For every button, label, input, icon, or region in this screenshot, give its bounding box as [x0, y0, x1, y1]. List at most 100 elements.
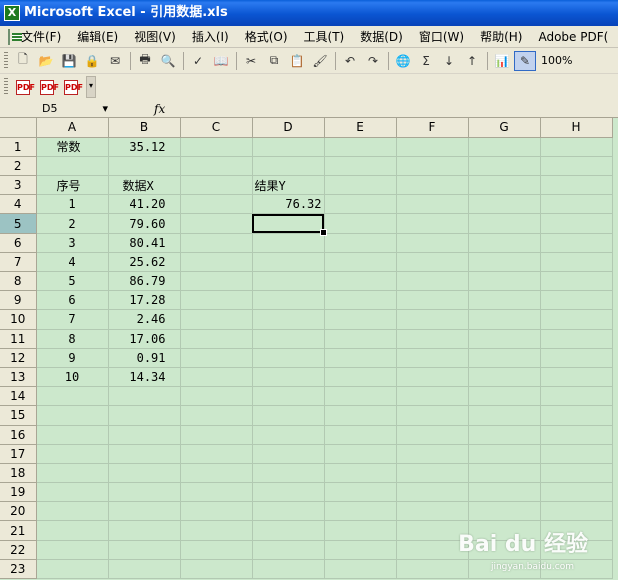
cell-d12[interactable] — [252, 348, 325, 368]
cell-d11[interactable] — [252, 329, 325, 349]
save-icon[interactable]: 💾 — [58, 51, 80, 71]
cell-c15[interactable] — [180, 405, 253, 426]
name-box[interactable]: D5 ▾ — [2, 100, 114, 117]
cell-c12[interactable] — [180, 348, 253, 368]
column-header-h[interactable]: H — [540, 118, 613, 138]
cell-d6[interactable] — [252, 233, 325, 253]
menu-tools[interactable]: 工具(T) — [303, 26, 346, 47]
cell-g5[interactable] — [468, 213, 541, 234]
cell-h20[interactable] — [540, 501, 613, 522]
cell-c13[interactable] — [180, 367, 253, 388]
menu-window[interactable]: 窗口(W) — [418, 26, 465, 47]
cell-g10[interactable] — [468, 309, 541, 330]
row-header-22[interactable]: 22 — [0, 540, 37, 560]
menu-adobe-pdf[interactable]: Adobe PDF( — [537, 28, 609, 46]
cell-e12[interactable] — [324, 348, 397, 368]
print-preview-icon[interactable]: 🔍 — [157, 51, 179, 71]
permission-icon[interactable]: 🔒 — [81, 51, 103, 71]
cell-a9[interactable]: 6 — [36, 290, 109, 311]
cell-g19[interactable] — [468, 482, 541, 503]
cell-a18[interactable] — [36, 463, 109, 484]
cell-a10[interactable]: 7 — [36, 309, 109, 330]
cell-g7[interactable] — [468, 252, 541, 273]
column-header-b[interactable]: B — [108, 118, 181, 138]
cell-h13[interactable] — [540, 367, 613, 388]
cell-a6[interactable]: 3 — [36, 233, 109, 253]
cell-b12[interactable]: 0.91 — [108, 348, 181, 368]
workbook-icon[interactable] — [8, 28, 22, 45]
drawing-icon[interactable]: ✎ — [514, 50, 536, 71]
cell-c4[interactable] — [180, 194, 253, 215]
cell-a11[interactable]: 8 — [36, 329, 109, 349]
cell-e7[interactable] — [324, 252, 397, 273]
cell-b19[interactable] — [108, 482, 181, 503]
cell-f5[interactable] — [396, 213, 469, 234]
cell-e23[interactable] — [324, 559, 397, 580]
row-header-4[interactable]: 4 — [0, 194, 37, 215]
row-header-11[interactable]: 11 — [0, 329, 37, 349]
row-header-21[interactable]: 21 — [0, 520, 37, 541]
menu-file[interactable]: 文件(F) — [20, 26, 62, 47]
cell-b15[interactable] — [108, 405, 181, 426]
cell-a5[interactable]: 2 — [36, 213, 109, 234]
sort-descending-icon[interactable]: ↑ — [461, 51, 483, 71]
convert-to-pdf-icon[interactable]: PDF — [12, 77, 35, 97]
chart-wizard-icon[interactable]: 📊 — [491, 51, 513, 71]
cell-g12[interactable] — [468, 348, 541, 368]
cell-f18[interactable] — [396, 463, 469, 484]
cell-g17[interactable] — [468, 444, 541, 464]
open-icon[interactable]: 📂 — [35, 51, 57, 71]
cell-b9[interactable]: 17.28 — [108, 290, 181, 311]
cell-e20[interactable] — [324, 501, 397, 522]
cell-e22[interactable] — [324, 540, 397, 560]
cell-b7[interactable]: 25.62 — [108, 252, 181, 273]
cell-f11[interactable] — [396, 329, 469, 349]
cell-f12[interactable] — [396, 348, 469, 368]
cell-h14[interactable] — [540, 386, 613, 407]
cell-a14[interactable] — [36, 386, 109, 407]
menu-help[interactable]: 帮助(H) — [479, 26, 523, 47]
cell-d1[interactable] — [252, 137, 325, 157]
cell-g16[interactable] — [468, 425, 541, 445]
cell-g20[interactable] — [468, 501, 541, 522]
cell-e9[interactable] — [324, 290, 397, 311]
cell-h12[interactable] — [540, 348, 613, 368]
cell-h15[interactable] — [540, 405, 613, 426]
cell-a13[interactable]: 10 — [36, 367, 109, 388]
cell-e11[interactable] — [324, 329, 397, 349]
menu-edit[interactable]: 编辑(E) — [76, 26, 119, 47]
format-painter-icon[interactable]: 🖌 — [309, 51, 331, 71]
row-header-6[interactable]: 6 — [0, 233, 37, 253]
cell-a23[interactable] — [36, 559, 109, 580]
menu-view[interactable]: 视图(V) — [133, 26, 177, 47]
menu-insert[interactable]: 插入(I) — [191, 26, 230, 47]
cell-d3[interactable]: 结果Y — [252, 175, 325, 196]
research-icon[interactable]: 📖 — [210, 51, 232, 71]
cell-b13[interactable]: 14.34 — [108, 367, 181, 388]
cell-c7[interactable] — [180, 252, 253, 273]
cell-b5[interactable]: 79.60 — [108, 213, 181, 234]
cell-h4[interactable] — [540, 194, 613, 215]
cell-d15[interactable] — [252, 405, 325, 426]
cell-c18[interactable] — [180, 463, 253, 484]
cell-a19[interactable] — [36, 482, 109, 503]
cell-f23[interactable] — [396, 559, 469, 580]
cell-h18[interactable] — [540, 463, 613, 484]
cell-a1[interactable]: 常数 — [36, 137, 109, 157]
cell-c3[interactable] — [180, 175, 253, 196]
cell-c11[interactable] — [180, 329, 253, 349]
cell-h17[interactable] — [540, 444, 613, 464]
menu-format[interactable]: 格式(O) — [244, 26, 289, 47]
cell-f7[interactable] — [396, 252, 469, 273]
column-header-e[interactable]: E — [324, 118, 397, 138]
row-header-15[interactable]: 15 — [0, 405, 37, 426]
column-header-a[interactable]: A — [36, 118, 109, 138]
cell-f17[interactable] — [396, 444, 469, 464]
row-header-2[interactable]: 2 — [0, 156, 37, 177]
row-header-12[interactable]: 12 — [0, 348, 37, 368]
cell-f6[interactable] — [396, 233, 469, 253]
cell-b3[interactable]: 数据X — [108, 175, 181, 196]
row-header-10[interactable]: 10 — [0, 309, 37, 330]
cell-e2[interactable] — [324, 156, 397, 177]
cell-d7[interactable] — [252, 252, 325, 273]
